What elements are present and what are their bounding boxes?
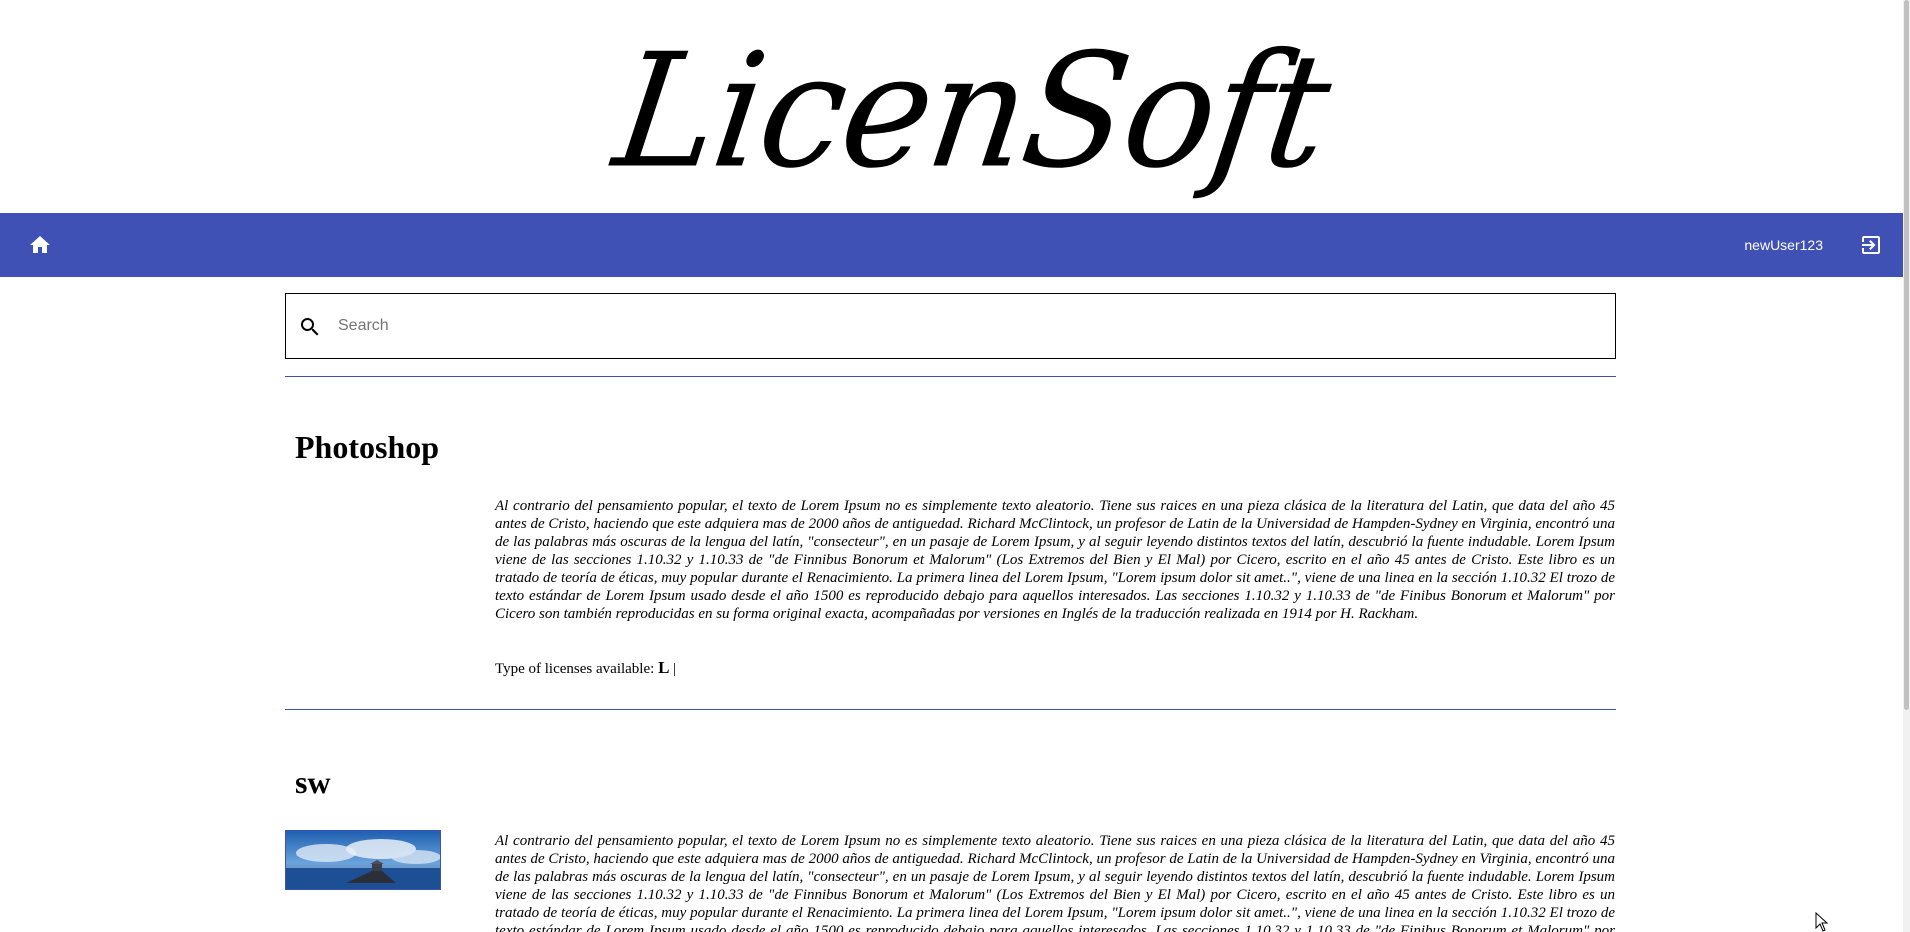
product-title[interactable]: sw [295,766,331,798]
license-separator: | [673,661,677,677]
product-description: Al contrario del pensamiento popular, el… [495,498,1615,622]
product-description: Al contrario del pensamiento popular, el… [495,833,1615,932]
logo-banner: LicenSoft [0,0,1903,213]
search-input[interactable] [338,294,1598,358]
home-icon[interactable] [28,233,52,257]
logo: LicenSoft [604,20,1339,203]
mouse-cursor-icon [1815,911,1829,932]
licenses-label: Type of licenses available: [495,661,655,677]
username-label[interactable]: newUser123 [1744,213,1823,277]
search-bar [285,293,1616,359]
page-scrollbar[interactable] [1903,0,1910,932]
search-icon [298,315,322,339]
divider [285,709,1616,710]
logout-icon[interactable] [1859,233,1883,257]
divider [285,376,1616,377]
product-title[interactable]: Photoshop [295,431,439,463]
product-thumbnail[interactable] [285,830,441,890]
scrollbar-thumb[interactable] [1904,0,1909,710]
licenses-info: Type of licenses available: L | [495,659,676,678]
top-navbar: newUser123 [0,213,1903,277]
page: LicenSoft newUser123 Photoshop Al contra… [0,0,1903,932]
license-code[interactable]: L [658,658,669,677]
